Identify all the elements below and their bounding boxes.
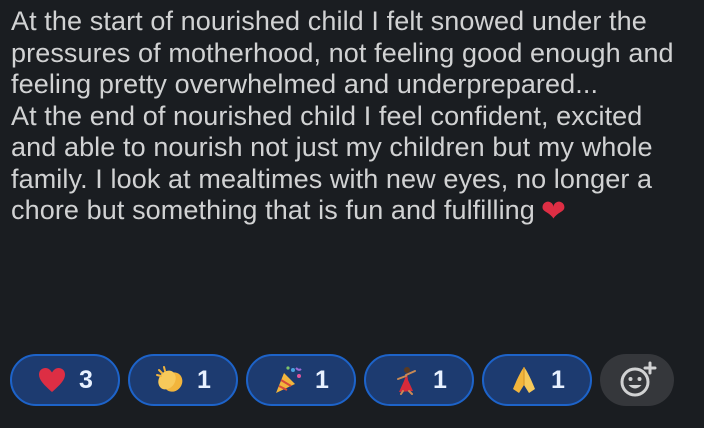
clapping-hands-svg — [156, 366, 183, 392]
reaction-count: 1 — [315, 366, 329, 394]
reaction-red-heart[interactable]: 3 — [10, 354, 120, 406]
message-body: At the start of nourished child I felt s… — [11, 6, 694, 227]
reactions-bar: 3 1 1 1 1 — [10, 354, 674, 406]
clapping-hands-icon — [155, 365, 185, 395]
red-heart-icon: ❤ — [540, 194, 567, 229]
party-popper-icon — [273, 365, 303, 395]
reaction-count: 1 — [433, 366, 447, 394]
reaction-dancer[interactable]: 1 — [364, 354, 474, 406]
dancer-icon — [391, 365, 421, 395]
party-popper-svg — [276, 366, 302, 393]
message-paragraph-1: At the start of nourished child I felt s… — [11, 6, 674, 99]
reaction-count: 3 — [79, 366, 93, 394]
reaction-party-popper[interactable]: 1 — [246, 354, 356, 406]
message: At the start of nourished child I felt s… — [0, 0, 704, 428]
folded-hands-icon — [509, 365, 539, 395]
reaction-count: 1 — [551, 366, 565, 394]
reaction-folded-hands[interactable]: 1 — [482, 354, 592, 406]
red-heart-svg — [39, 368, 66, 392]
add-emoji-icon — [620, 361, 657, 397]
message-paragraph-2: At the end of nourished child I feel con… — [11, 101, 694, 228]
reaction-count: 1 — [197, 366, 211, 394]
reaction-clapping-hands[interactable]: 1 — [128, 354, 238, 406]
dancer-svg — [397, 367, 417, 395]
add-reaction-button[interactable] — [600, 354, 674, 406]
red-heart-icon — [37, 365, 67, 395]
folded-hands-svg — [513, 367, 536, 393]
